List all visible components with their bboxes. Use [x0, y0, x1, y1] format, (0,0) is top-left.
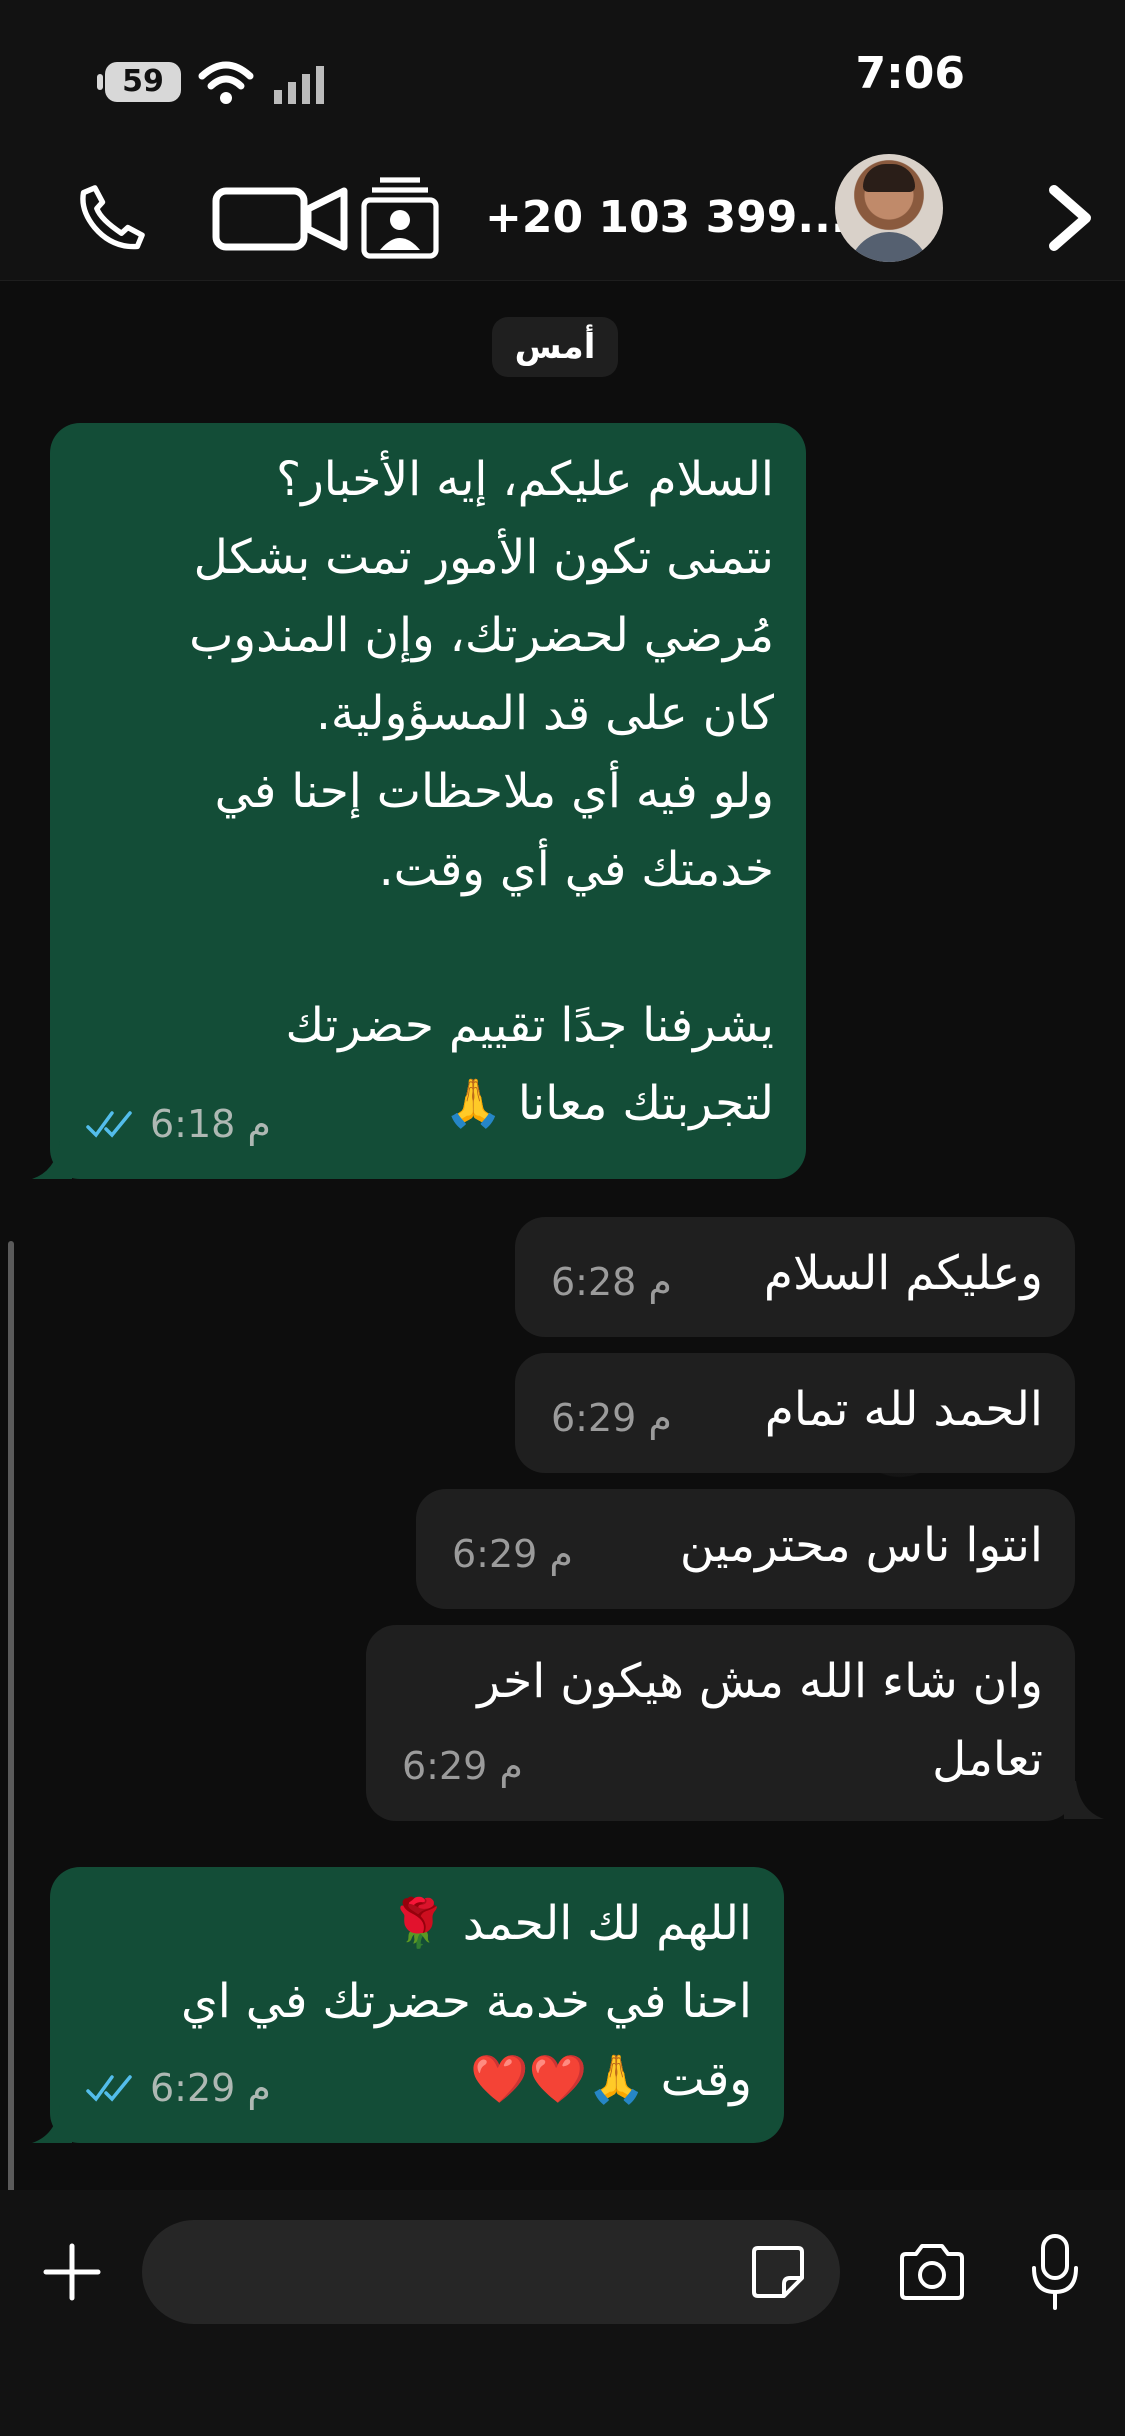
message-bubble-outgoing[interactable]: السلام عليكم، إيه الأخبار؟ نتمنى تكون ال… — [50, 423, 806, 1179]
contact-info-button[interactable] — [1040, 168, 1100, 268]
sticker-icon[interactable] — [748, 2242, 808, 2302]
message-bubble-incoming[interactable]: انتوا ناس محترمين 6:29 م — [416, 1489, 1075, 1609]
microphone-icon[interactable] — [1028, 2232, 1082, 2312]
signal-icon — [274, 66, 324, 104]
message-text: السلام عليكم، إيه الأخبار؟ نتمنى تكون ال… — [189, 452, 774, 1131]
video-call-button[interactable] — [212, 168, 348, 268]
chat-area[interactable]: أمس السلام عليكم، إيه الأخبار؟ نتمنى تكو… — [0, 281, 1125, 2190]
battery-level: 59 — [122, 64, 164, 99]
avatar[interactable] — [835, 154, 943, 262]
message-meta: 6:29 م — [86, 2049, 271, 2127]
bubble-tail — [32, 2105, 72, 2143]
message-time: 6:29 م — [150, 2066, 271, 2110]
message-bubble-incoming[interactable]: الحمد لله تمام 6:29 م — [515, 1353, 1075, 1473]
status-bar: 59 7:06 — [0, 0, 1125, 160]
message-meta: 6:29 م — [551, 1379, 672, 1457]
message-text: وعليكم السلام — [763, 1246, 1043, 1301]
bubble-tail — [1064, 1781, 1104, 1819]
video-camera-icon — [212, 187, 348, 251]
message-time: 6:29 م — [452, 1532, 573, 1576]
message-bubble-incoming[interactable]: وعليكم السلام 6:28 م — [515, 1217, 1075, 1337]
message-text: الحمد لله تمام — [764, 1382, 1043, 1437]
message-text: انتوا ناس محترمين — [679, 1518, 1043, 1573]
chat-header: +20 103 399... — [0, 160, 1125, 281]
contact-name[interactable]: +20 103 399... — [485, 192, 848, 243]
message-time: 6:18 م — [150, 1102, 271, 1146]
camera-icon[interactable] — [896, 2240, 968, 2304]
message-text: وان شاء الله مش هيكون اخر تعامل — [477, 1654, 1043, 1787]
scrollbar[interactable] — [8, 1241, 14, 2190]
message-input[interactable] — [142, 2220, 840, 2324]
composer-bar — [0, 2190, 1125, 2436]
double-check-icon — [86, 1111, 132, 1138]
double-check-icon — [86, 2075, 132, 2102]
message-meta: 6:28 م — [551, 1243, 672, 1321]
message-meta: 6:18 م — [86, 1085, 271, 1163]
battery-icon: 59 — [97, 62, 181, 102]
contact-card-button[interactable] — [360, 168, 440, 268]
message-time: 6:29 م — [551, 1396, 672, 1440]
contact-card-icon — [361, 177, 439, 259]
message-meta: 6:29 م — [452, 1515, 573, 1593]
message-time: 6:28 م — [551, 1260, 672, 1304]
message-time: 6:29 م — [402, 1744, 523, 1788]
plus-icon[interactable] — [40, 2240, 104, 2304]
date-separator: أمس — [492, 317, 618, 377]
message-bubble-outgoing[interactable]: اللهم لك الحمد 🌹 احنا في خدمة حضرتك في ا… — [50, 1867, 784, 2143]
bubble-tail — [32, 1141, 72, 1179]
message-bubble-incoming[interactable]: وان شاء الله مش هيكون اخر تعامل 6:29 م — [366, 1625, 1075, 1821]
message-meta: 6:29 م — [402, 1727, 523, 1805]
wifi-icon — [198, 61, 254, 104]
phone-icon — [80, 185, 145, 250]
clock: 7:06 — [855, 48, 965, 99]
voice-call-button[interactable] — [72, 168, 152, 268]
chevron-right-icon — [1049, 185, 1091, 251]
